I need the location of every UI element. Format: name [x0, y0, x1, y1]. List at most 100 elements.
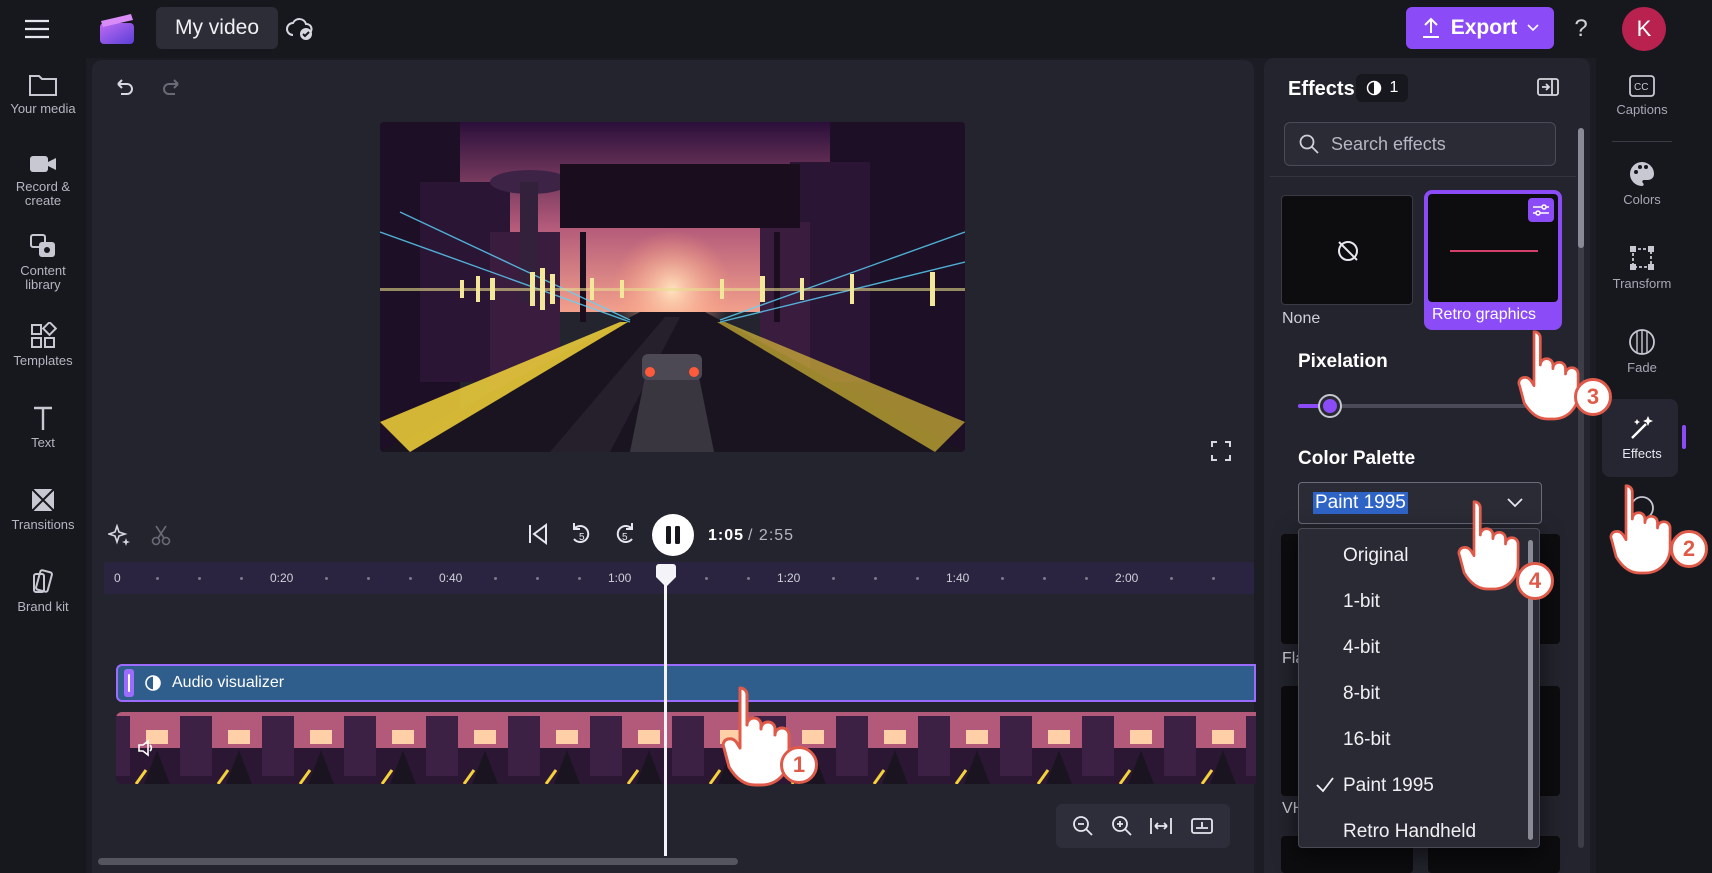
pause-button[interactable]	[652, 514, 694, 556]
retro-city-scene	[380, 122, 965, 452]
library-icon	[30, 234, 55, 257]
rail-transform[interactable]: Transform	[1596, 244, 1688, 291]
palette-option-4-bit[interactable]: 4-bit	[1299, 625, 1529, 671]
fullscreen-icon[interactable]	[1210, 440, 1234, 464]
magic-wand-icon	[1631, 416, 1653, 439]
palette-option-8-bit[interactable]: 8-bit	[1299, 671, 1529, 717]
zoom-in-icon[interactable]	[1111, 815, 1133, 837]
brand-kit-icon	[33, 569, 53, 593]
skip-to-start-icon[interactable]	[526, 522, 550, 546]
timeline-scrollbar[interactable]	[98, 858, 738, 865]
playhead-handle[interactable]	[653, 563, 679, 589]
ruler-label: 2:00	[1115, 571, 1139, 585]
pixelation-slider-thumb[interactable]	[1318, 394, 1342, 418]
magic-sparkle-icon[interactable]	[106, 523, 130, 546]
ruler-label: 0:40	[439, 571, 463, 585]
video-preview[interactable]	[380, 122, 965, 452]
ruler-label: 1:00	[608, 571, 632, 585]
effect-label-retro-graphics: Retro graphics	[1432, 306, 1537, 323]
palette-option-retro-handheld[interactable]: Retro Handheld	[1299, 809, 1529, 855]
no-effect-icon	[1338, 241, 1358, 261]
effect-settings-icon[interactable]	[1528, 198, 1554, 222]
folder-icon	[29, 75, 57, 96]
export-label: Export	[1450, 16, 1518, 39]
effect-tile-none[interactable]	[1281, 195, 1413, 305]
nav-record-create[interactable]: Record & create	[0, 152, 86, 208]
nav-your-media[interactable]: Your media	[0, 72, 86, 116]
expand-track-icon[interactable]	[1190, 815, 1214, 837]
volume-icon[interactable]	[136, 738, 156, 758]
palette-option-paint-1995[interactable]: Paint 1995	[1299, 763, 1529, 809]
filmstrip	[116, 712, 1256, 784]
ruler-label: 0:20	[270, 571, 294, 585]
clip-trim-handle[interactable]	[124, 669, 134, 697]
transform-icon	[1630, 246, 1654, 270]
menu-icon[interactable]	[20, 14, 54, 44]
nav-transitions[interactable]: Transitions	[0, 486, 86, 532]
export-button[interactable]: Export	[1406, 7, 1554, 49]
collapse-panel-icon[interactable]	[1536, 76, 1560, 100]
audio-visualizer-clip[interactable]: Audio visualizer	[116, 664, 1256, 702]
timecode: 1:05 / 2:55	[708, 524, 818, 548]
fit-timeline-icon[interactable]	[1149, 815, 1173, 837]
undo-icon[interactable]	[112, 76, 136, 100]
ruler-label: 0	[114, 571, 121, 585]
effect-contrast-icon	[145, 675, 161, 691]
panel-scrollbar-thumb[interactable]	[1578, 128, 1584, 248]
redo-icon[interactable]	[160, 76, 184, 100]
search-icon	[1299, 134, 1319, 154]
pixelation-label: Pixelation	[1298, 351, 1388, 372]
effect-label-none: None	[1282, 310, 1321, 327]
forward-5-icon[interactable]: 5	[612, 520, 638, 550]
zoom-out-icon[interactable]	[1072, 815, 1094, 837]
cloud-sync-icon[interactable]	[282, 12, 318, 46]
pause-icon	[666, 526, 680, 544]
effect-tile-retro-graphics[interactable]: Retro graphics	[1424, 190, 1562, 330]
clipchamp-logo	[98, 12, 136, 46]
search-placeholder: Search effects	[1331, 133, 1446, 154]
contrast-icon	[1366, 80, 1381, 96]
panel-divider	[1270, 176, 1576, 177]
captions-icon: CC	[1629, 75, 1655, 97]
zoom-controls	[1056, 804, 1230, 848]
step-badge: 2	[1670, 530, 1708, 568]
nav-templates[interactable]: Templates	[0, 322, 86, 368]
timeline-ruler[interactable]: 0 0:20 0:40 1:00 1:20 1:40 2:00	[104, 562, 1254, 594]
step-badge: 3	[1574, 378, 1612, 416]
search-effects-input[interactable]: Search effects	[1284, 122, 1556, 166]
color-palette-label: Color Palette	[1298, 448, 1416, 469]
current-time: 1:05	[708, 527, 745, 544]
palette-option-16-bit[interactable]: 16-bit	[1299, 717, 1529, 763]
audio-track-label: Audio visualizer	[172, 674, 285, 691]
upload-icon	[1422, 17, 1439, 38]
rail-fade[interactable]: Fade	[1596, 328, 1688, 375]
avatar[interactable]: K	[1622, 7, 1666, 51]
playhead-line[interactable]	[664, 574, 667, 856]
svg-text:CC: CC	[1634, 82, 1648, 93]
scissors-icon[interactable]	[150, 524, 172, 546]
step-badge: 4	[1516, 562, 1554, 600]
rail-captions[interactable]: CC Captions	[1596, 74, 1688, 117]
project-title[interactable]: My video	[156, 7, 278, 49]
nav-content-library[interactable]: Content library	[0, 232, 86, 292]
text-icon	[34, 406, 52, 430]
transitions-icon	[31, 488, 55, 512]
nav-text[interactable]: Text	[0, 404, 86, 450]
fade-icon	[1629, 329, 1655, 355]
palette-icon	[1630, 162, 1654, 186]
applied-effects-badge: 1	[1356, 74, 1408, 102]
rail-effects[interactable]: Effects	[1596, 414, 1688, 461]
rewind-5-icon[interactable]: 5	[568, 520, 594, 550]
video-clip[interactable]	[116, 712, 1256, 784]
help-button[interactable]: ?	[1568, 12, 1594, 46]
camera-icon	[30, 156, 56, 172]
ruler-label: 1:40	[946, 571, 970, 585]
total-time: / 2:55	[748, 527, 795, 544]
nav-brand-kit[interactable]: Brand kit	[0, 568, 86, 614]
ruler-label: 1:20	[777, 571, 801, 585]
templates-icon	[31, 322, 57, 348]
rail-colors[interactable]: Colors	[1596, 160, 1688, 207]
step-badge: 1	[780, 746, 818, 784]
effects-title: Effects	[1288, 78, 1355, 100]
chevron-down-icon	[1527, 24, 1539, 32]
